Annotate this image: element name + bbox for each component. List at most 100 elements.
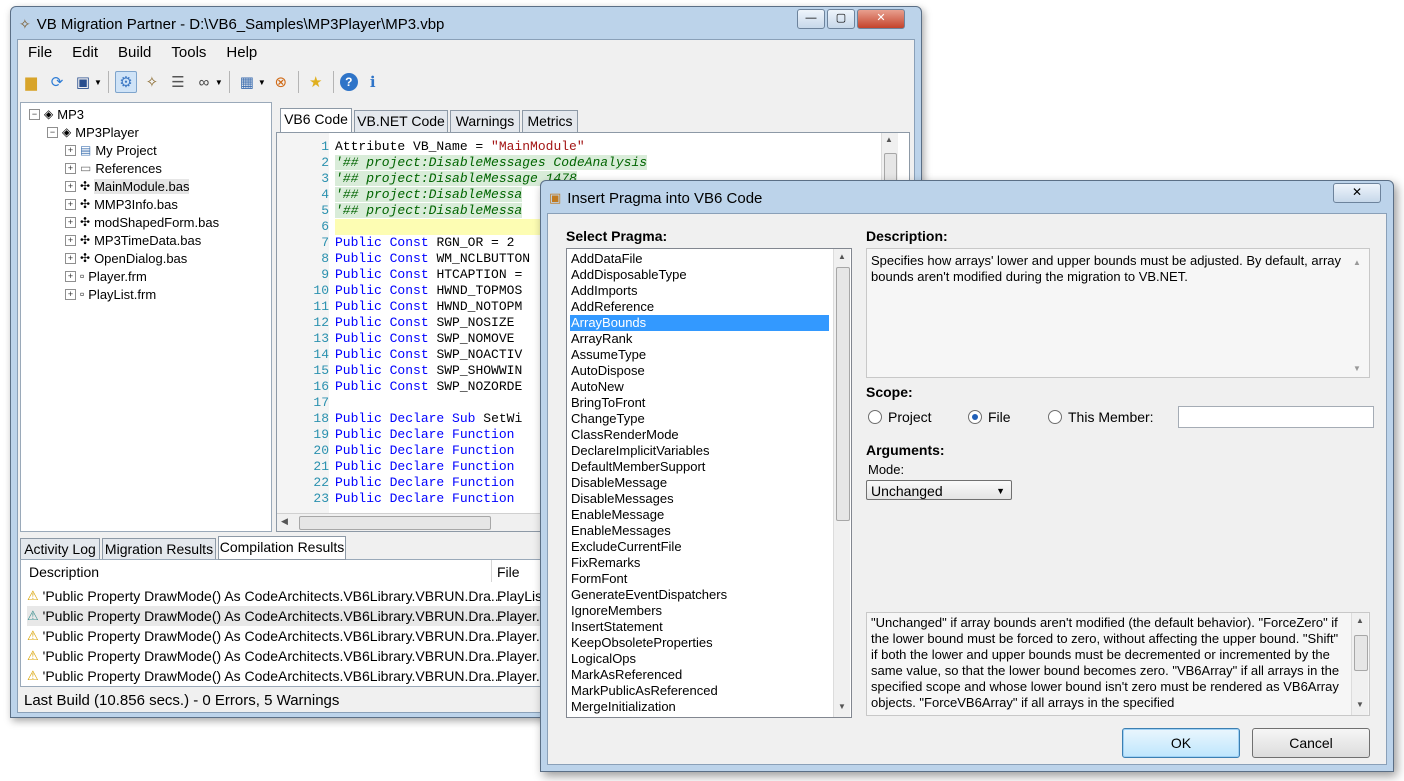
tab-warnings[interactable]: Warnings bbox=[450, 110, 520, 132]
scope-file-radio[interactable]: File bbox=[968, 409, 1011, 425]
scroll-thumb[interactable] bbox=[299, 516, 491, 530]
stack-icon[interactable]: ☰ bbox=[167, 71, 189, 93]
calendar-icon[interactable]: ▦ bbox=[236, 71, 258, 93]
binoculars-dropdown-icon[interactable]: ▼ bbox=[215, 78, 223, 87]
list-item[interactable]: MarkAsReferenced bbox=[570, 667, 829, 683]
collapse-icon[interactable]: − bbox=[47, 126, 58, 138]
list-item[interactable]: AddDisposableType bbox=[570, 267, 829, 283]
list-item[interactable]: AutoDispose bbox=[570, 363, 829, 379]
table-row[interactable]: ⚠ 'Public Property DrawMode() As CodeArch… bbox=[27, 646, 503, 666]
list-item[interactable]: KeepObsoleteProperties bbox=[570, 635, 829, 651]
tab-vb6-code[interactable]: VB6 Code bbox=[280, 108, 352, 132]
menu-tools[interactable]: Tools bbox=[161, 44, 216, 61]
scroll-down-icon[interactable]: ▼ bbox=[1352, 697, 1368, 713]
list-item[interactable]: EnableMessage bbox=[570, 507, 829, 523]
scroll-down-icon[interactable]: ▼ bbox=[1353, 361, 1361, 377]
scroll-up-icon[interactable]: ▲ bbox=[834, 249, 850, 265]
list-item[interactable]: MergeInitialization bbox=[570, 699, 829, 715]
scroll-up-icon[interactable]: ▲ bbox=[885, 135, 893, 144]
list-item[interactable]: FormFont bbox=[570, 571, 829, 587]
open-folder-icon[interactable]: ▆ bbox=[20, 71, 42, 93]
pragma-list[interactable]: AddDataFile AddDisposableType AddImports… bbox=[566, 248, 852, 718]
tree-item[interactable]: + ▭ References bbox=[65, 159, 162, 177]
list-item[interactable]: DefaultMemberSupport bbox=[570, 459, 829, 475]
help-scrollbar[interactable]: ▲ ▼ bbox=[1351, 613, 1368, 715]
expand-icon[interactable]: + bbox=[65, 216, 76, 228]
list-item[interactable]: AutoNew bbox=[570, 379, 829, 395]
list-item[interactable]: AddReference bbox=[570, 299, 829, 315]
wand-icon[interactable]: ✧ bbox=[141, 71, 163, 93]
table-row[interactable]: ⚠ 'Public Property DrawMode() As CodeArch… bbox=[27, 666, 503, 686]
refresh-icon[interactable]: ⟳ bbox=[46, 71, 68, 93]
tree-item[interactable]: + ✣ MMP3Info.bas bbox=[65, 195, 178, 213]
list-item[interactable]: AssumeType bbox=[570, 347, 829, 363]
info-icon[interactable]: ℹ bbox=[362, 71, 384, 93]
menu-build[interactable]: Build bbox=[108, 44, 161, 61]
list-item[interactable]: ClassRenderMode bbox=[570, 427, 829, 443]
list-item[interactable]: IgnoreMembers bbox=[570, 603, 829, 619]
list-item[interactable]: EnableMessages bbox=[570, 523, 829, 539]
expand-icon[interactable]: + bbox=[65, 270, 76, 282]
list-item-selected[interactable]: ArrayBounds bbox=[570, 315, 829, 331]
expand-icon[interactable]: + bbox=[65, 198, 76, 210]
tree-item[interactable]: + ✣ OpenDialog.bas bbox=[65, 249, 187, 267]
radio-circle[interactable] bbox=[868, 410, 882, 424]
list-item[interactable]: InsertStatement bbox=[570, 619, 829, 635]
star-icon[interactable]: ★ bbox=[305, 71, 327, 93]
tab-migration-results[interactable]: Migration Results bbox=[102, 538, 216, 560]
list-item[interactable]: DeclareImplicitVariables bbox=[570, 443, 829, 459]
scroll-up-icon[interactable]: ▲ bbox=[1352, 613, 1368, 629]
scroll-left-icon[interactable]: ◀ bbox=[281, 516, 288, 527]
ok-button[interactable]: OK bbox=[1122, 728, 1240, 758]
expand-icon[interactable]: + bbox=[65, 144, 76, 156]
list-item[interactable]: BringToFront bbox=[570, 395, 829, 411]
list-item[interactable]: GenerateEventDispatchers bbox=[570, 587, 829, 603]
tab-activity-log[interactable]: Activity Log bbox=[20, 538, 100, 560]
expand-icon[interactable]: + bbox=[65, 234, 76, 246]
expand-icon[interactable]: + bbox=[65, 180, 76, 192]
tree-item[interactable]: + ✣ modShapedForm.bas bbox=[65, 213, 219, 231]
chevron-down-icon[interactable]: ▼ bbox=[996, 481, 1005, 501]
calendar-dropdown-icon[interactable]: ▼ bbox=[258, 78, 266, 87]
scope-member-radio[interactable]: This Member: bbox=[1048, 409, 1154, 425]
menu-edit[interactable]: Edit bbox=[62, 44, 108, 61]
tree-item[interactable]: + ▤ My Project bbox=[65, 141, 157, 159]
tree-item[interactable]: + ▫ PlayList.frm bbox=[65, 285, 156, 303]
list-item[interactable]: DisableMessage bbox=[570, 475, 829, 491]
scroll-thumb[interactable] bbox=[1354, 635, 1368, 671]
tab-vbnet-code[interactable]: VB.NET Code bbox=[354, 110, 448, 132]
maximize-button[interactable]: ▢ bbox=[827, 9, 855, 29]
tree-item[interactable]: + ▫ Player.frm bbox=[65, 267, 147, 285]
list-item[interactable]: DisableMessages bbox=[570, 491, 829, 507]
project-tree[interactable]: − ◈ MP3 − ◈ MP3Player + ▤ My Project + ▭ Ref… bbox=[20, 102, 272, 532]
settings-icon[interactable]: ⚙ bbox=[114, 71, 137, 93]
radio-circle-selected[interactable] bbox=[968, 410, 982, 424]
minimize-button[interactable]: — bbox=[797, 9, 825, 29]
list-item[interactable]: ChangeType bbox=[570, 411, 829, 427]
help-icon[interactable]: ? bbox=[339, 73, 358, 91]
list-item[interactable]: AddImports bbox=[570, 283, 829, 299]
save-dropdown-icon[interactable]: ▼ bbox=[94, 78, 102, 87]
list-item[interactable]: ExcludeCurrentFile bbox=[570, 539, 829, 555]
column-header-description[interactable]: Description bbox=[29, 564, 99, 580]
scroll-thumb[interactable] bbox=[836, 267, 850, 521]
tab-compilation-results[interactable]: Compilation Results bbox=[218, 536, 346, 560]
cancel-button[interactable]: Cancel bbox=[1252, 728, 1370, 758]
tree-item[interactable]: + ✣ MP3TimeData.bas bbox=[65, 231, 201, 249]
scope-project-radio[interactable]: Project bbox=[868, 409, 932, 425]
save-icon[interactable]: ▣ bbox=[72, 71, 94, 93]
table-row[interactable]: ⚠ 'Public Property DrawMode() As CodeArch… bbox=[27, 626, 503, 646]
tree-item[interactable]: + ✣ MainModule.bas bbox=[65, 177, 190, 195]
scroll-down-icon[interactable]: ▼ bbox=[834, 699, 850, 715]
dialog-close-button[interactable]: ✕ bbox=[1333, 183, 1381, 203]
radio-circle[interactable] bbox=[1048, 410, 1062, 424]
close-button[interactable]: ✕ bbox=[857, 9, 905, 29]
scroll-up-icon[interactable]: ▲ bbox=[1353, 255, 1361, 271]
expand-icon[interactable]: + bbox=[65, 162, 76, 174]
menu-file[interactable]: File bbox=[18, 44, 62, 61]
tree-node-root[interactable]: − ◈ MP3 bbox=[29, 105, 84, 123]
chain-icon[interactable]: ⊗ bbox=[270, 71, 292, 93]
tree-node-project[interactable]: − ◈ MP3Player bbox=[47, 123, 139, 141]
collapse-icon[interactable]: − bbox=[29, 108, 40, 120]
table-row[interactable]: ⚠ 'Public Property DrawMode() As CodeArch… bbox=[27, 586, 503, 606]
